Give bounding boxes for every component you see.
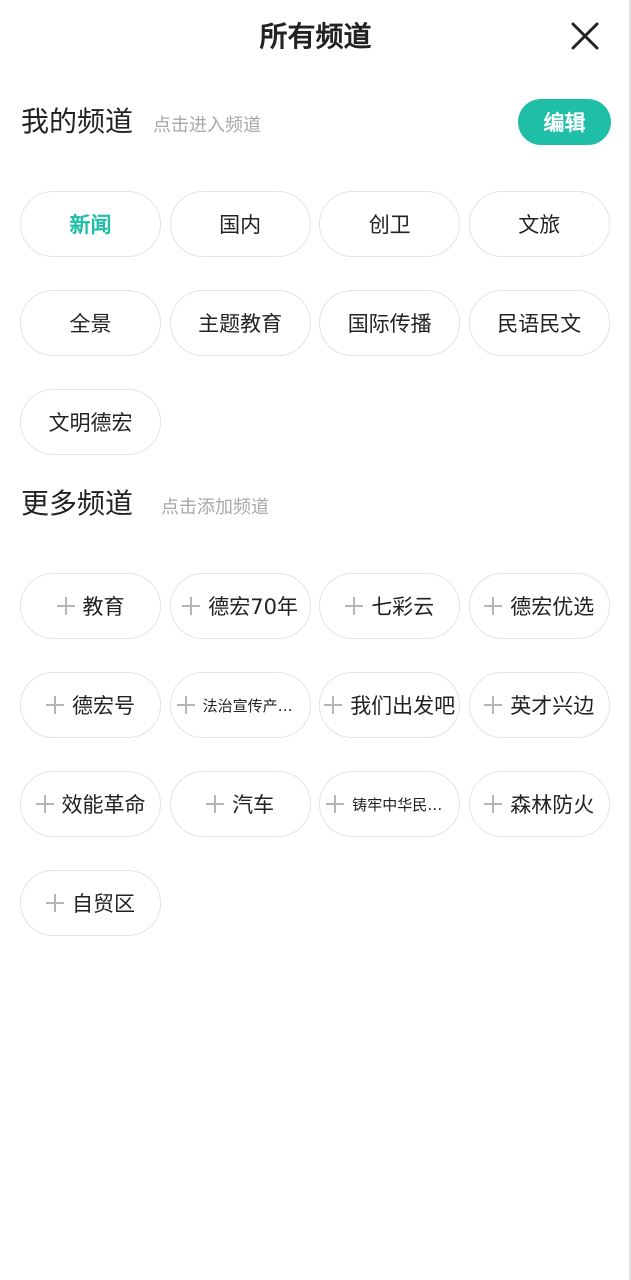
plus-icon [46,696,64,714]
more-channels-header: 更多频道 点击添加频道 [21,484,269,528]
channel-label: 文明德宏 [48,411,133,435]
plus-icon [326,795,345,813]
plus-icon [345,597,364,615]
my-channels-hint: 点击进入频道 [153,115,262,136]
add-channel-chip[interactable]: 教育 [20,573,161,639]
close-icon [571,22,599,50]
more-channels-grid: 教育 德宏70年 七彩云 德宏优选德宏号 法治宣传产品... 我们出发吧 英才兴边效能革命 汽… [20,573,610,936]
plus-icon [206,795,225,813]
channel-label: 国内 [219,213,262,237]
channel-label: 德宏号 [72,694,135,718]
channel-label: 法治宣传产品... [202,696,304,715]
channel-label: 汽车 [232,793,275,817]
add-channel-chip[interactable]: 德宏70年 [169,573,311,639]
add-channel-chip[interactable]: 森林防火 [468,771,610,837]
my-channels-header: 我的频道 点击进入频道 [21,102,261,146]
channel-label: 全景 [69,312,112,336]
channel-label: 创卫 [368,213,411,237]
add-channel-chip[interactable]: 效能革命 [20,771,161,837]
channel-chip[interactable]: 新闻 [20,191,161,257]
channel-label: 我们出发吧 [350,694,456,718]
add-channel-chip[interactable]: 法治宣传产品... [169,672,311,738]
channel-chip[interactable]: 文明德宏 [20,389,161,455]
add-channel-chip[interactable]: 铸牢中华民族... [319,771,461,837]
channel-chip[interactable]: 主题教育 [169,290,311,356]
plus-icon [56,597,75,615]
channel-label: 森林防火 [510,793,595,817]
plus-icon [46,894,64,912]
my-channels-grid: 新闻 国内 创卫 文旅全景 主题教育 国际传播 民语民文文明德宏 [20,191,610,455]
header: 所有频道 [0,0,631,76]
my-channels-title: 我的频道 [21,105,134,138]
add-channel-chip[interactable]: 我们出发吧 [319,672,461,738]
channel-chip[interactable]: 国内 [169,191,311,257]
plus-icon [324,696,343,714]
add-channel-chip[interactable]: 汽车 [169,771,311,837]
add-channel-chip[interactable]: 德宏号 [20,672,161,738]
add-channel-chip[interactable]: 自贸区 [20,870,161,936]
channel-label: 七彩云 [371,595,435,619]
more-channels-hint: 点击添加频道 [161,497,270,518]
channel-chip[interactable]: 创卫 [319,191,461,257]
add-channel-chip[interactable]: 英才兴边 [468,672,610,738]
more-channels-title: 更多频道 [21,487,134,520]
channel-label: 主题教育 [198,312,283,336]
plus-icon [176,696,195,714]
channel-chip[interactable]: 文旅 [468,191,610,257]
channel-label: 新闻 [69,213,112,237]
channel-chip[interactable]: 国际传播 [319,290,461,356]
channel-label: 自贸区 [72,892,135,916]
channel-label: 文旅 [518,213,561,237]
channel-label: 民语民文 [497,312,582,336]
add-channel-chip[interactable]: 七彩云 [319,573,461,639]
channel-label: 效能革命 [61,793,146,817]
channel-label: 德宏优选 [510,595,595,619]
channel-chip[interactable]: 民语民文 [468,290,610,356]
channel-label: 铸牢中华民族... [352,795,454,814]
edit-button[interactable]: 编辑 [518,99,611,145]
add-channel-chip[interactable]: 德宏优选 [468,573,610,639]
close-button[interactable] [562,16,608,56]
channel-chip[interactable]: 全景 [20,290,161,356]
plus-icon [484,795,503,813]
plus-icon [35,795,54,813]
plus-icon [182,597,201,615]
plus-icon [484,696,503,714]
plus-icon [484,597,503,615]
channel-label: 教育 [82,595,125,619]
channel-label: 英才兴边 [510,694,595,718]
channel-label: 国际传播 [347,312,432,336]
page-title: 所有频道 [259,20,372,53]
channel-label: 德宏70年 [208,595,298,619]
